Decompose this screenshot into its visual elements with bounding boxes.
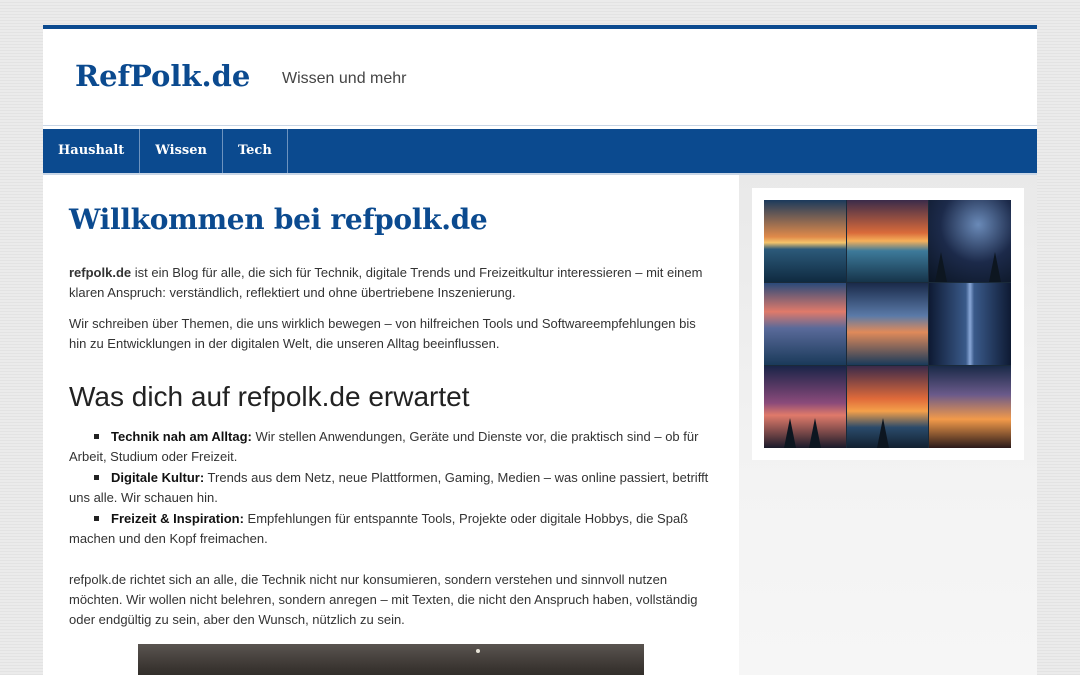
- tree-icon: [876, 418, 889, 448]
- ceiling-lamp-icon: [476, 649, 480, 653]
- site-description: Wissen und mehr: [282, 70, 407, 87]
- feature-item: Freizeit & Inspiration: Empfehlungen für…: [69, 509, 719, 549]
- collage-tile: [846, 366, 929, 448]
- tree-icon: [809, 418, 821, 448]
- collage-tile: [764, 366, 846, 448]
- feature-item: Digitale Kultur: Trends aus dem Netz, ne…: [69, 468, 719, 508]
- nav-item-haushalt[interactable]: Haushalt: [43, 129, 141, 173]
- nav-item-wissen[interactable]: Wissen: [140, 129, 223, 173]
- topics-paragraph: Wir schreiben über Themen, die uns wirkl…: [69, 316, 696, 351]
- tree-icon: [784, 418, 796, 448]
- collage-tile: [929, 283, 1011, 365]
- bullet-icon: [94, 516, 99, 522]
- bullet-icon: [94, 434, 99, 440]
- site-title-link[interactable]: RefPolk.de: [75, 59, 250, 93]
- page-title: Willkommen bei refpolk.de: [69, 203, 488, 236]
- section-title: Was dich auf refpolk.de erwartet: [69, 381, 470, 412]
- collage-tile: [764, 200, 846, 282]
- site-header: RefPolk.de Wissen und mehr: [43, 29, 1037, 126]
- collage-tile: [764, 283, 846, 365]
- landscape-collage-image[interactable]: [764, 200, 1011, 448]
- main-content: Willkommen bei refpolk.de refpolk.de ist…: [43, 175, 739, 675]
- feature-list: Technik nah am Alltag: Wir stellen Anwen…: [69, 427, 719, 550]
- intro-paragraph: refpolk.de ist ein Blog für alle, die si…: [69, 263, 709, 303]
- sidebar: [739, 175, 1037, 675]
- main-navigation: Haushalt Wissen Tech: [43, 129, 1037, 173]
- audience-paragraph: refpolk.de richtet sich an alle, die Tec…: [69, 572, 698, 627]
- collage-tile: [846, 283, 929, 365]
- sidebar-image-widget: [752, 188, 1024, 460]
- collage-tile: [846, 200, 929, 282]
- nav-item-tech[interactable]: Tech: [223, 129, 288, 173]
- collage-tile: [929, 200, 1011, 282]
- intro-text: ist ein Blog für alle, die sich für Tech…: [69, 265, 703, 300]
- feature-item: Technik nah am Alltag: Wir stellen Anwen…: [69, 427, 719, 467]
- feature-title: Freizeit & Inspiration:: [111, 511, 244, 526]
- collage-tile: [929, 366, 1011, 448]
- article-image: [138, 644, 644, 675]
- tree-icon: [989, 252, 1002, 282]
- intro-brand: refpolk.de: [69, 265, 132, 280]
- bullet-icon: [94, 475, 99, 481]
- site-wrapper: RefPolk.de Wissen und mehr Haushalt Wiss…: [43, 25, 1037, 675]
- feature-title: Digitale Kultur:: [111, 470, 205, 485]
- feature-title: Technik nah am Alltag:: [111, 429, 252, 444]
- tree-icon: [935, 252, 948, 282]
